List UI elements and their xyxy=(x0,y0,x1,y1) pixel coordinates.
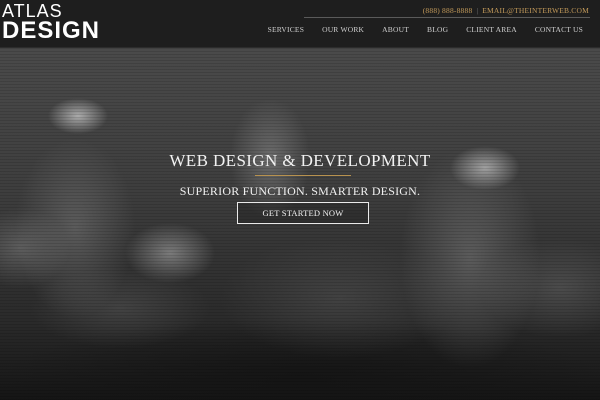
get-started-button[interactable]: GET STARTED NOW xyxy=(237,202,369,224)
header-divider xyxy=(304,17,590,18)
site-logo[interactable]: ATLAS DESIGN xyxy=(2,2,100,43)
nav-item-contact-us[interactable]: CONTACT US xyxy=(535,25,583,34)
hero-subtitle: SUPERIOR FUNCTION. SMARTER DESIGN. xyxy=(179,184,421,198)
contact-separator: | xyxy=(476,6,479,15)
phone-number[interactable]: (888) 888-8888 xyxy=(423,6,473,15)
nav-item-about[interactable]: ABOUT xyxy=(382,25,409,34)
hero-title: WEB DESIGN & DEVELOPMENT xyxy=(169,151,431,170)
contact-info: (888) 888-8888 | EMAIL@THEINTERWEB.COM xyxy=(423,6,589,15)
nav-item-blog[interactable]: BLOG xyxy=(427,25,448,34)
page: ATLAS DESIGN (888) 888-8888 | EMAIL@THEI… xyxy=(0,0,600,400)
email-link[interactable]: EMAIL@THEINTERWEB.COM xyxy=(482,6,589,15)
nav-item-client-area[interactable]: CLIENT AREA xyxy=(466,25,517,34)
site-header: ATLAS DESIGN (888) 888-8888 | EMAIL@THEI… xyxy=(0,0,600,48)
logo-bottom-text: DESIGN xyxy=(2,17,101,44)
nav-item-services[interactable]: SERVICES xyxy=(268,25,304,34)
main-nav: SERVICES OUR WORK ABOUT BLOG CLIENT AREA… xyxy=(250,25,583,34)
nav-item-our-work[interactable]: OUR WORK xyxy=(322,25,364,34)
hero-title-underline xyxy=(255,175,351,176)
hero-background-image xyxy=(0,48,600,400)
